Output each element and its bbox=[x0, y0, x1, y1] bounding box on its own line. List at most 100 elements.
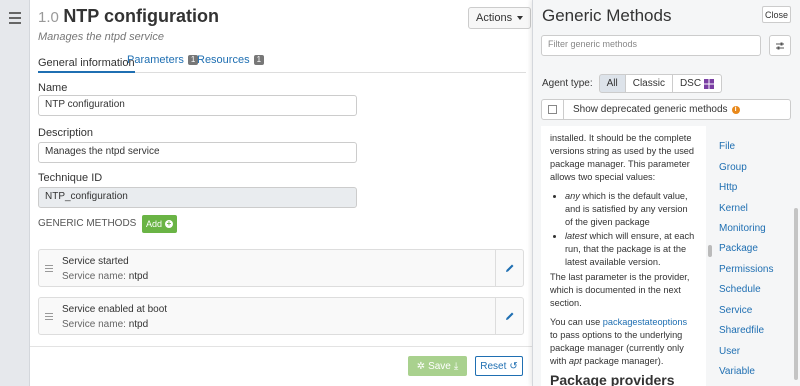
doc-text: package manager). bbox=[581, 356, 664, 366]
agent-type-label: Agent type: bbox=[542, 78, 593, 89]
deprecated-checkbox-cell[interactable] bbox=[542, 100, 564, 119]
chevron-down-icon bbox=[517, 16, 524, 20]
doc-list: any which is the default value, and is s… bbox=[565, 190, 697, 269]
name-label: Name bbox=[38, 82, 68, 94]
deprecated-toggle[interactable]: Show deprecated generic methods i bbox=[541, 99, 791, 120]
actions-label: Actions bbox=[476, 12, 513, 24]
panel-scrollbar[interactable] bbox=[794, 208, 798, 380]
category-kernel[interactable]: Kernel bbox=[719, 203, 748, 214]
tab-label: Parameters bbox=[127, 54, 184, 66]
deprecated-label-text: Show deprecated generic methods bbox=[573, 104, 728, 115]
tab-parameters[interactable]: Parameters 1 bbox=[127, 54, 199, 66]
method-param: Service name: ntpd bbox=[62, 319, 148, 330]
edit-method-button[interactable] bbox=[495, 250, 523, 286]
doc-paragraph: installed. It should be the complete ver… bbox=[550, 133, 695, 182]
generic-methods-label: GENERIC METHODS bbox=[38, 218, 137, 229]
category-group[interactable]: Group bbox=[719, 162, 747, 173]
doc-emphasis: any bbox=[565, 191, 580, 201]
doc-list-item: latest which will ensure, at each run, t… bbox=[565, 230, 697, 269]
close-button[interactable]: Close bbox=[762, 6, 791, 23]
tab-label: General information bbox=[38, 56, 135, 69]
pencil-icon bbox=[505, 312, 513, 320]
agent-option-label: DSC bbox=[679, 78, 702, 89]
description-field[interactable]: Manages the ntpd service bbox=[38, 142, 357, 163]
sliders-icon bbox=[776, 42, 784, 49]
drag-handle-icon[interactable] bbox=[45, 313, 53, 322]
method-param-label: Service name: bbox=[62, 319, 126, 330]
reset-label: Reset bbox=[480, 360, 507, 372]
category-variable[interactable]: Variable bbox=[719, 366, 755, 377]
technique-version: 1.0 bbox=[38, 9, 59, 26]
download-icon: ⤓ bbox=[453, 360, 459, 372]
doc-emphasis: latest bbox=[565, 231, 587, 241]
technique-id-label: Technique ID bbox=[38, 172, 103, 184]
doc-paragraph: You can use packagestateoptions to pass … bbox=[550, 316, 697, 368]
tab-bar: General information Parameters 1 Resourc… bbox=[38, 54, 526, 73]
reset-button[interactable]: Reset ↺ bbox=[475, 356, 523, 376]
doc-link[interactable]: packagestateoptions bbox=[603, 317, 687, 327]
category-http[interactable]: Http bbox=[719, 182, 737, 193]
category-permissions[interactable]: Permissions bbox=[719, 264, 773, 275]
name-field[interactable]: NTP configuration bbox=[38, 95, 357, 116]
agent-classic-button[interactable]: Classic bbox=[625, 74, 673, 93]
agent-dsc-button[interactable]: DSC bbox=[672, 74, 723, 93]
editor-footer: ✲ Save ⤓ Reset ↺ bbox=[30, 346, 532, 386]
technique-subtitle: Manages the ntpd service bbox=[38, 31, 164, 43]
save-label: Save bbox=[428, 360, 451, 372]
method-param-value: ntpd bbox=[128, 271, 149, 282]
method-name: Service enabled at boot bbox=[62, 304, 168, 315]
method-card[interactable]: Service started Service name: ntpd bbox=[38, 249, 524, 287]
method-param-value: ntpd bbox=[128, 319, 149, 330]
category-monitoring[interactable]: Monitoring bbox=[719, 223, 766, 234]
add-label: Add bbox=[145, 219, 162, 229]
tab-label: Resources bbox=[197, 54, 250, 66]
technique-title: NTP configuration bbox=[63, 6, 219, 26]
undo-icon: ↺ bbox=[509, 360, 518, 372]
gear-icon: ✲ bbox=[416, 360, 426, 372]
agent-option-label: All bbox=[606, 78, 618, 89]
add-method-button[interactable]: Add + bbox=[142, 215, 177, 233]
actions-button[interactable]: Actions bbox=[468, 7, 532, 29]
edit-method-button[interactable] bbox=[495, 298, 523, 334]
info-icon[interactable]: i bbox=[731, 105, 740, 114]
plus-circle-icon: + bbox=[165, 219, 173, 228]
tab-general-information[interactable]: General information bbox=[38, 54, 135, 73]
doc-text: which is the default value, and is satis… bbox=[565, 191, 688, 227]
page-title: 1.0 NTP configuration bbox=[38, 6, 219, 27]
method-documentation: installed. It should be the complete ver… bbox=[541, 126, 706, 386]
pencil-icon bbox=[505, 264, 513, 272]
agent-type-filter: Agent type: All Classic DSC bbox=[542, 74, 723, 93]
doc-heading: Package providers bbox=[550, 372, 675, 386]
doc-paragraph: The last parameter is the provider, whic… bbox=[550, 272, 690, 308]
technique-id-field: NTP_configuration bbox=[38, 187, 357, 208]
category-schedule[interactable]: Schedule bbox=[719, 284, 761, 295]
technique-editor: 1.0 NTP configuration Manages the ntpd s… bbox=[30, 0, 532, 386]
hamburger-menu-icon[interactable] bbox=[9, 12, 21, 27]
deprecated-label: Show deprecated generic methods i bbox=[573, 104, 740, 115]
tab-resources[interactable]: Resources 1 bbox=[197, 54, 265, 66]
left-nav-bar bbox=[0, 0, 30, 386]
generic-methods-header: GENERIC METHODS 2 bbox=[38, 218, 153, 229]
tab-badge: 1 bbox=[253, 55, 265, 65]
deprecated-checkbox[interactable] bbox=[548, 105, 557, 114]
doc-emphasis: apt bbox=[568, 356, 582, 366]
method-card[interactable]: Service enabled at boot Service name: nt… bbox=[38, 297, 524, 335]
category-file[interactable]: File bbox=[719, 141, 735, 152]
save-button[interactable]: ✲ Save ⤓ bbox=[408, 356, 467, 376]
drag-handle-icon[interactable] bbox=[45, 265, 53, 274]
method-param: Service name: ntpd bbox=[62, 271, 148, 282]
category-service[interactable]: Service bbox=[719, 305, 752, 316]
doc-scrollbar[interactable] bbox=[708, 245, 712, 257]
doc-list-item: any which is the default value, and is s… bbox=[565, 190, 697, 229]
description-label: Description bbox=[38, 127, 94, 139]
method-param-label: Service name: bbox=[62, 271, 126, 282]
filter-input[interactable]: Filter generic methods bbox=[541, 35, 761, 56]
agent-all-button[interactable]: All bbox=[598, 74, 626, 93]
generic-methods-panel: Generic Methods Close Filter generic met… bbox=[532, 0, 800, 386]
doc-text: You can use bbox=[550, 317, 603, 327]
filter-options-button[interactable] bbox=[769, 35, 791, 56]
category-package[interactable]: Package bbox=[719, 243, 758, 254]
agent-option-label: Classic bbox=[632, 78, 665, 89]
category-sharedfile[interactable]: Sharedfile bbox=[719, 325, 764, 336]
category-user[interactable]: User bbox=[719, 346, 740, 357]
